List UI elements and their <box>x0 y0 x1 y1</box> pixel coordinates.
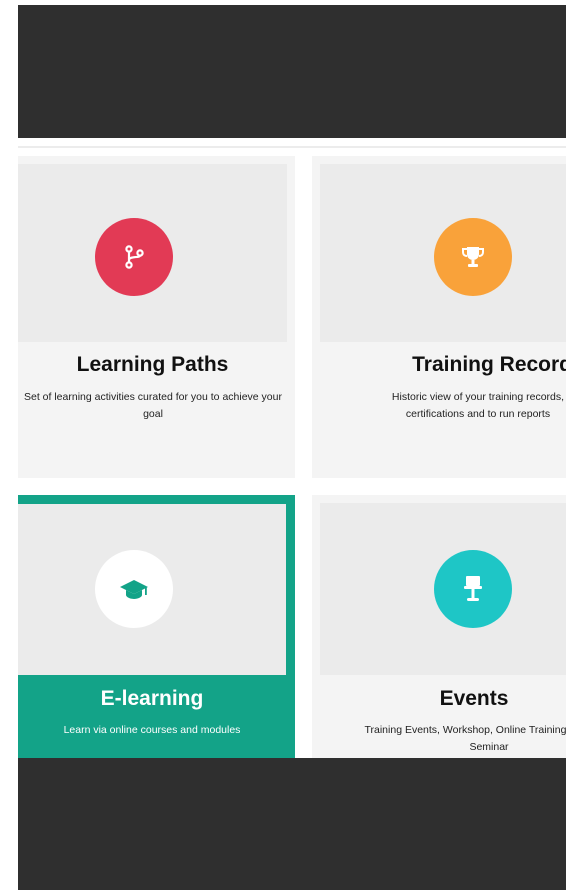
card-title: Training Record <box>412 353 566 376</box>
top-dark-band <box>18 5 566 138</box>
card-description: Learn via online courses and modules <box>63 724 241 736</box>
card-description: Set of learning activities curated for y… <box>24 391 282 420</box>
training-record-card[interactable]: Training Record Historic view of your tr… <box>312 156 566 478</box>
card-description: Training Events, Workshop, Online Traini… <box>364 724 566 753</box>
presentation-icon <box>434 550 512 628</box>
branch-icon <box>95 218 173 296</box>
events-card[interactable]: Events Training Events, Workshop, Online… <box>312 495 566 758</box>
trophy-icon <box>434 218 512 296</box>
card-title: Events <box>439 687 509 710</box>
divider <box>18 146 566 148</box>
bottom-dark-band <box>18 758 566 890</box>
card-title: E-learning <box>100 687 204 710</box>
e-learning-card[interactable]: E-learning Learn via online courses and … <box>18 495 295 758</box>
learning-paths-card[interactable]: Learning Paths Set of learning activitie… <box>18 156 295 478</box>
card-description: Historic view of your training records, … <box>391 391 565 420</box>
graduation-cap-icon <box>95 550 173 628</box>
card-grid: Learning Paths Set of learning activitie… <box>18 150 566 758</box>
